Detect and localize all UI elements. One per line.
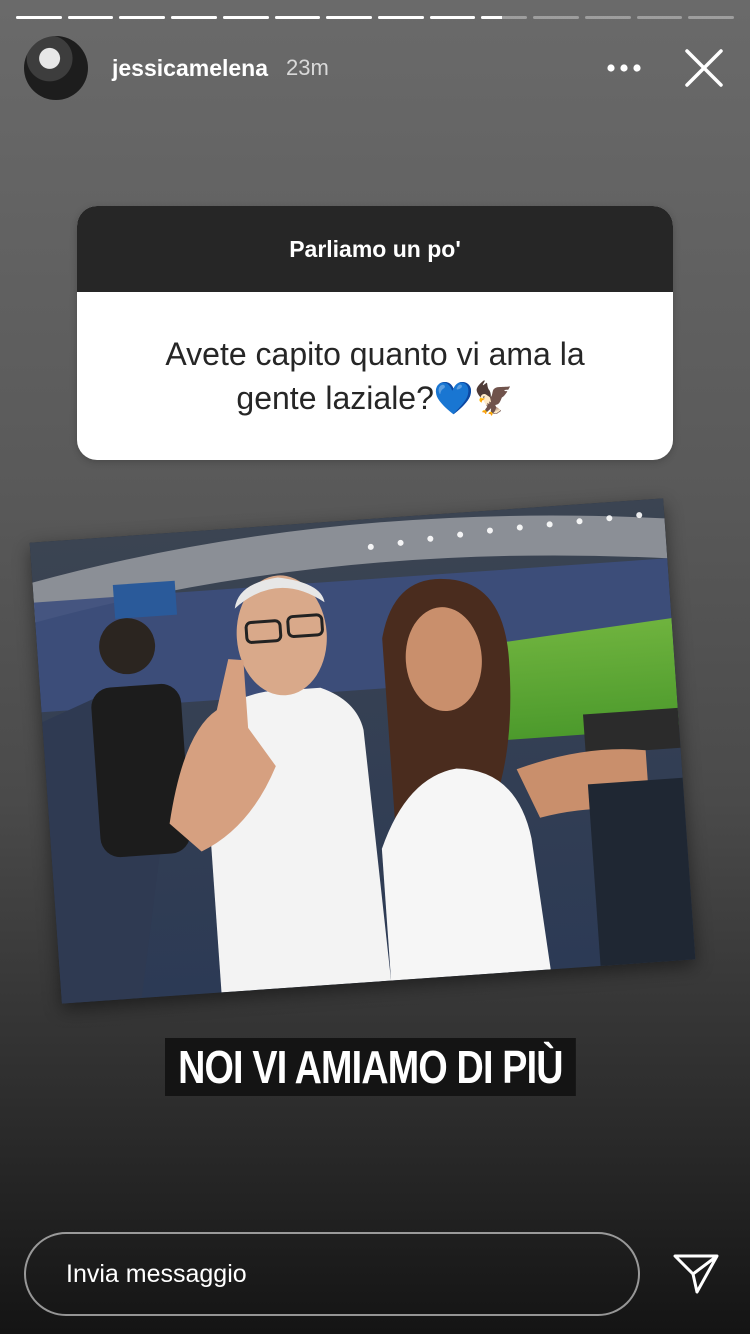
progress-segment — [274, 16, 321, 19]
username[interactable]: jessicamelena — [112, 55, 268, 82]
caption-sticker: NOI VI AMIAMO DI PIÙ — [165, 1038, 576, 1096]
question-sticker-title: Parliamo un po' — [77, 206, 673, 292]
progress-segment — [222, 16, 269, 19]
close-icon[interactable] — [682, 46, 726, 90]
avatar[interactable] — [24, 36, 88, 100]
question-sticker-text: Avete capito quanto vi ama la gente lazi… — [165, 336, 585, 416]
question-sticker[interactable]: Parliamo un po' Avete capito quanto vi a… — [77, 206, 673, 460]
story-photo — [29, 498, 696, 1004]
progress-segment — [429, 16, 476, 19]
progress-segment — [636, 16, 683, 19]
progress-segment — [533, 16, 579, 19]
progress-segment — [326, 16, 373, 19]
progress-segment — [688, 16, 735, 19]
progress-segment — [584, 16, 631, 19]
message-input[interactable]: Invia messaggio — [24, 1232, 640, 1316]
progress-segment — [481, 16, 528, 19]
progress-segment — [119, 16, 166, 19]
story-footer: Invia messaggio — [24, 1230, 726, 1318]
more-horizontal-icon[interactable] — [604, 48, 644, 88]
progress-segment — [67, 16, 114, 19]
story-progress-bar — [16, 16, 735, 20]
send-icon[interactable] — [666, 1244, 726, 1304]
progress-segment — [171, 16, 217, 19]
progress-segment — [378, 16, 424, 19]
timestamp: 23m — [286, 55, 329, 80]
story-header: jessicamelena 23m — [24, 36, 726, 100]
progress-segment — [16, 16, 62, 19]
